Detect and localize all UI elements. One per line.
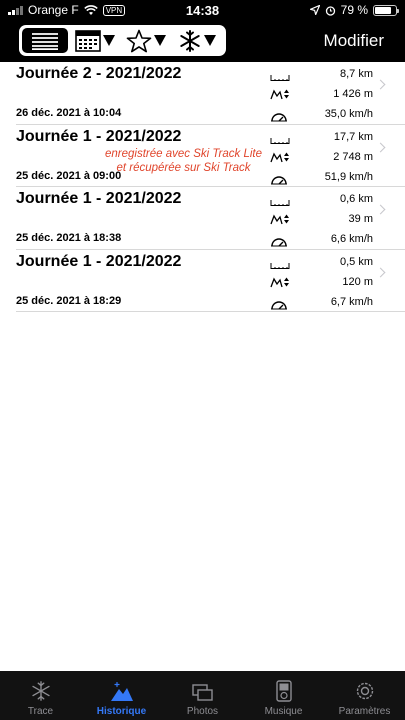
elevation-value: 2 748 m bbox=[333, 150, 373, 163]
distance-value: 8,7 km bbox=[339, 68, 373, 80]
favorites-filter-button[interactable] bbox=[122, 28, 170, 53]
tab-label: Photos bbox=[186, 706, 219, 717]
distance-icon bbox=[270, 137, 290, 144]
tab-trace[interactable]: Trace bbox=[0, 671, 81, 720]
star-icon bbox=[126, 29, 152, 52]
session-title: Journée 1 - 2021/2022 bbox=[16, 252, 182, 270]
tab-label: Paramètres bbox=[338, 706, 391, 717]
calendar-filter-button[interactable] bbox=[70, 28, 120, 53]
elevation-value: 39 m bbox=[348, 213, 373, 225]
list-icon bbox=[32, 32, 58, 50]
distance-value: 0,5 km bbox=[339, 255, 373, 268]
battery-percent: 79 % bbox=[340, 3, 368, 17]
season-filter-button[interactable] bbox=[172, 28, 222, 53]
tab-paramtres[interactable]: Paramètres bbox=[324, 671, 405, 720]
session-date: 25 déc. 2021 à 18:29 bbox=[16, 294, 122, 307]
session-date: 25 déc. 2021 à 18:38 bbox=[16, 232, 122, 244]
note-line: et récupérée sur Ski Track bbox=[116, 161, 251, 174]
speed-value: 51,9 km/h bbox=[324, 170, 373, 183]
speedometer-icon bbox=[271, 300, 287, 309]
history-row[interactable]: Journée 1 - 2021/2022 25 déc. 2021 à 18:3… bbox=[16, 187, 405, 250]
tab-photos[interactable]: Photos bbox=[162, 671, 243, 720]
elevation-icon bbox=[270, 152, 289, 162]
tab-bar: Trace Historique Photos Musique Paramètres bbox=[0, 671, 405, 720]
calendar-icon bbox=[75, 29, 101, 52]
speed-value: 6,7 km/h bbox=[330, 295, 373, 308]
chevron-right-icon bbox=[375, 142, 386, 152]
session-date: 26 déc. 2021 à 10:04 bbox=[16, 107, 122, 119]
distance-icon bbox=[270, 75, 290, 81]
view-filter-control bbox=[19, 25, 226, 56]
chevron-right-icon bbox=[375, 204, 386, 215]
snowflake-icon bbox=[180, 29, 200, 52]
mountain-icon bbox=[110, 682, 133, 701]
elevation-icon bbox=[270, 277, 289, 287]
distance-value: 0,6 km bbox=[339, 193, 373, 205]
history-list: Journée 2 - 2021/2022 26 déc. 2021 à 10:0… bbox=[0, 62, 405, 312]
distance-icon bbox=[270, 262, 290, 269]
session-title: Journée 1 - 2021/2022 bbox=[16, 127, 182, 145]
speed-value: 6,6 km/h bbox=[330, 233, 373, 245]
session-note: enregistrée avec Ski Track Lite et récupé… bbox=[81, 147, 286, 175]
photos-icon bbox=[191, 684, 213, 701]
chevron-down-icon bbox=[103, 35, 115, 46]
chevron-down-icon bbox=[154, 35, 166, 46]
tab-label: Musique bbox=[264, 706, 303, 717]
chevron-right-icon bbox=[375, 79, 386, 90]
speedometer-icon bbox=[271, 175, 287, 184]
edit-button[interactable]: Modifier bbox=[324, 31, 384, 51]
history-row[interactable]: Journée 1 - 2021/2022 25 déc. 2021 à 09:0… bbox=[16, 125, 405, 187]
distance-value: 17,7 km bbox=[333, 130, 373, 143]
snowflake-icon bbox=[31, 681, 50, 701]
tab-label: Trace bbox=[27, 706, 54, 717]
history-row[interactable]: Journée 2 - 2021/2022 26 déc. 2021 à 10:0… bbox=[16, 62, 405, 125]
speedometer-icon bbox=[271, 113, 287, 122]
tab-historique[interactable]: Historique bbox=[81, 671, 162, 720]
status-bar: Orange F VPN 14:38 79 % bbox=[0, 0, 405, 20]
tab-label: Historique bbox=[96, 706, 147, 717]
note-line: enregistrée avec Ski Track Lite bbox=[104, 147, 263, 160]
speed-value: 35,0 km/h bbox=[324, 108, 373, 120]
session-title: Journée 1 - 2021/2022 bbox=[16, 190, 182, 207]
chevron-down-icon bbox=[204, 35, 216, 46]
tab-musique[interactable]: Musique bbox=[243, 671, 324, 720]
list-view-button[interactable] bbox=[22, 28, 68, 53]
elevation-icon bbox=[270, 89, 289, 100]
toolbar: Modifier bbox=[0, 20, 405, 62]
elevation-value: 120 m bbox=[342, 275, 373, 288]
status-right: 79 % bbox=[309, 3, 399, 17]
session-title: Journée 2 - 2021/2022 bbox=[16, 65, 182, 82]
alarm-icon bbox=[325, 5, 335, 16]
gear-icon bbox=[356, 682, 373, 700]
distance-icon bbox=[270, 200, 290, 206]
elevation-value: 1 426 m bbox=[333, 88, 373, 100]
history-row[interactable]: Journée 1 - 2021/2022 25 déc. 2021 à 18:2… bbox=[16, 250, 405, 312]
location-arrow-icon bbox=[309, 5, 320, 15]
chevron-right-icon bbox=[375, 267, 386, 277]
elevation-icon bbox=[270, 214, 289, 225]
speedometer-icon bbox=[271, 238, 287, 247]
battery-icon bbox=[373, 4, 399, 16]
music-player-icon bbox=[275, 680, 292, 702]
